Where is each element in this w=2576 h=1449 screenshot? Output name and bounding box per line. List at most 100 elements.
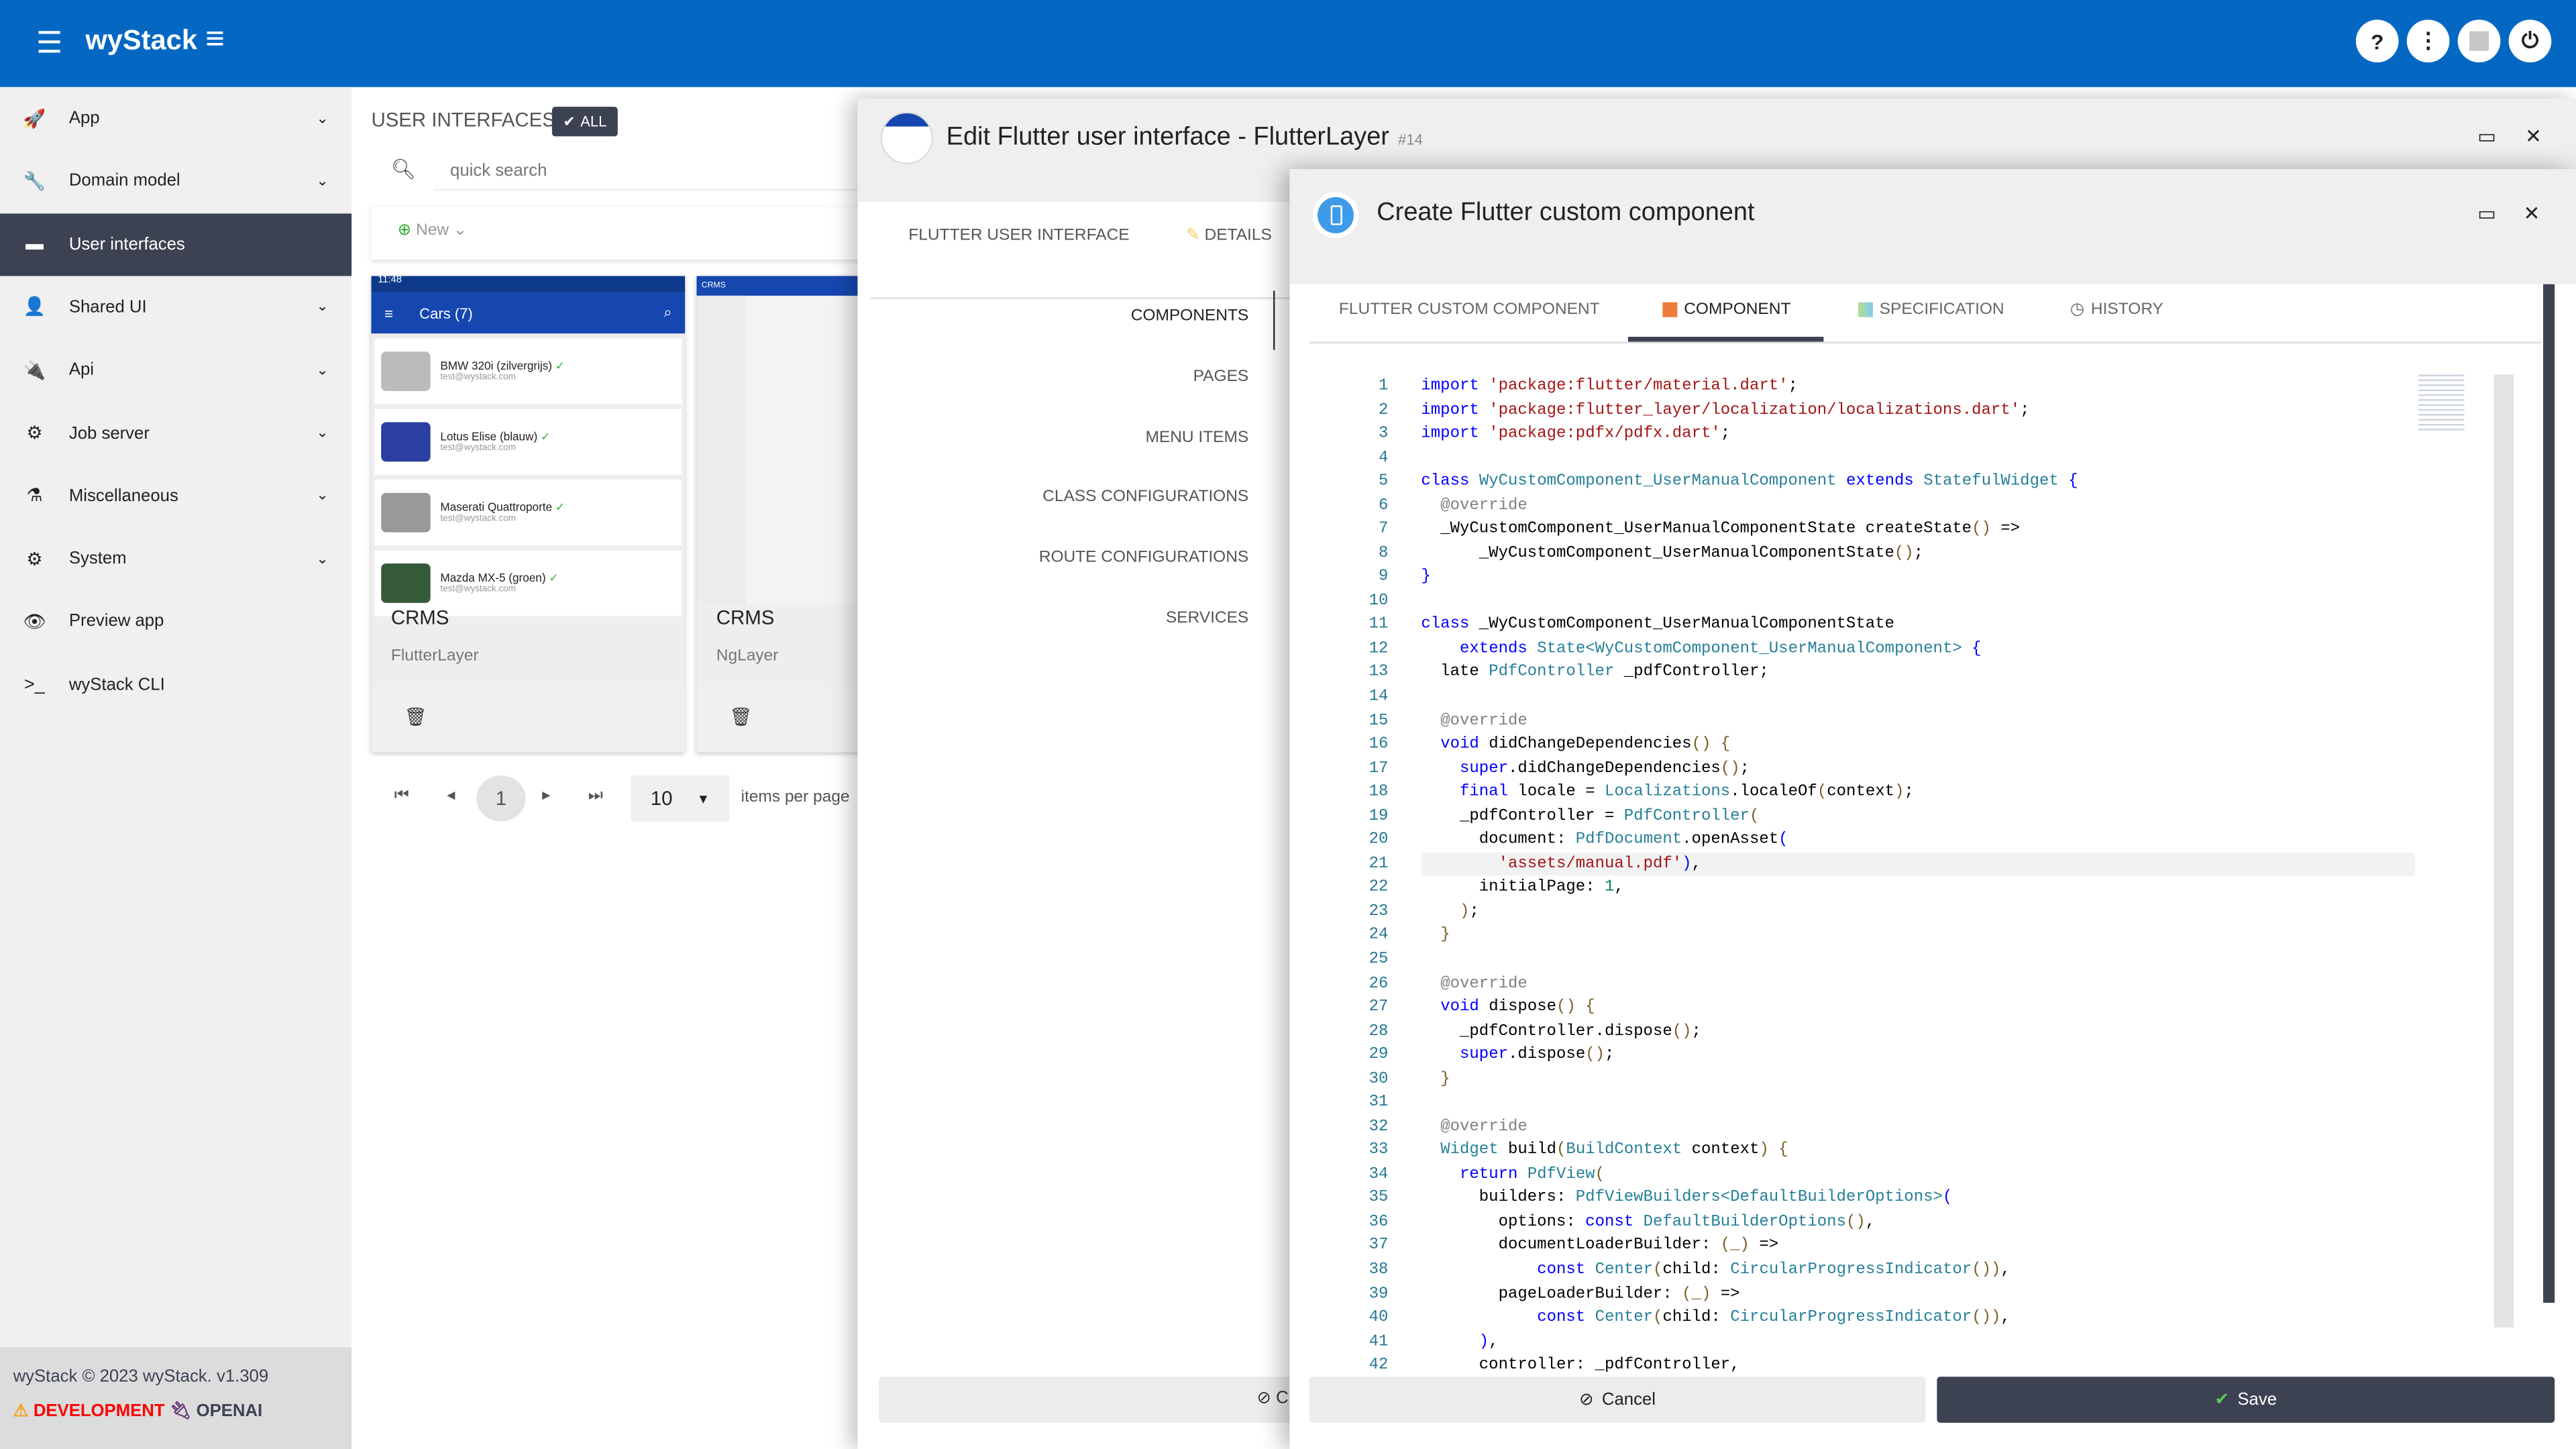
sidebar-item-label: User interfaces [68, 234, 185, 254]
code-token: .dispose [1508, 1044, 1586, 1063]
maximize-icon[interactable]: ▭ [2477, 125, 2496, 148]
code-line: 13 late PdfController _pdfController; [1339, 661, 2415, 686]
nav-route-configurations[interactable]: ROUTE CONFIGURATIONS [920, 549, 1248, 567]
code-token: } [1440, 1069, 1450, 1087]
env-badge: DEVELOPMENT [33, 1401, 165, 1421]
nav-pages[interactable]: PAGES [920, 368, 1249, 386]
new-button[interactable]: ⊕ New ⌄ [398, 222, 468, 240]
warning-icon: ⚠ [13, 1401, 29, 1421]
code-editor[interactable]: 1 import 'package:flutter/material.dart';… [1338, 374, 2514, 1377]
car-email: test@wystack.com [440, 372, 516, 383]
cancel-button[interactable]: ⊘ Cancel [1309, 1377, 1926, 1423]
code-token: super [1460, 1044, 1509, 1063]
first-page-icon[interactable]: ⏮ [394, 787, 409, 805]
line-number: 27 [1368, 997, 1389, 1016]
code-line: 28 _pdfController.dispose(); [1339, 1020, 2415, 1044]
page-1-button[interactable]: 1 [476, 775, 526, 822]
sidebar-item-domain-model[interactable]: 🔧 Domain model ⌄ [0, 150, 352, 213]
tab-component[interactable]: COMPONENT [1662, 301, 1790, 319]
line-number: 17 [1368, 758, 1389, 777]
sidebar-item-user-interfaces[interactable]: ▬ User interfaces [0, 213, 352, 276]
code-token: import [1421, 376, 1479, 394]
save-button[interactable]: ✔ Save [1937, 1377, 2555, 1423]
tab-flutter-custom-component[interactable]: FLUTTER CUSTOM COMPONENT [1339, 301, 1600, 319]
sidebar-item-preview-app[interactable]: 👁 Preview app [0, 590, 352, 653]
close-icon[interactable]: ✕ [2524, 202, 2540, 225]
prev-page-icon[interactable]: ◂ [447, 787, 455, 805]
dialog-scrollbar[interactable] [2543, 284, 2555, 1303]
line-number: 3 [1378, 424, 1389, 442]
last-page-icon[interactable]: ⏭ [588, 787, 603, 805]
per-page-select[interactable]: 10 ▼ [631, 775, 730, 822]
line-number: 40 [1368, 1307, 1389, 1326]
code-token: ; [1788, 376, 1799, 394]
line-number: 38 [1368, 1260, 1389, 1279]
chevron-down-icon: ⌄ [316, 361, 329, 378]
app-logo: wyStack [85, 24, 197, 56]
help-button[interactable]: ? [2355, 19, 2399, 63]
trash-icon[interactable]: 🗑︎ [729, 706, 752, 728]
line-number: 34 [1368, 1164, 1389, 1183]
code-line: 14 [1339, 685, 2415, 709]
code-line: 1 import 'package:flutter/material.dart'; [1339, 374, 2415, 398]
code-token: () [1585, 1044, 1605, 1063]
code-line: 37 documentLoaderBuilder: (_) => [1339, 1234, 2415, 1258]
nav-menu-items[interactable]: MENU ITEMS [920, 428, 1248, 446]
ui-card[interactable]: 11:48 ≡ Cars (7) ⌕ BMW 320i (zilvergrijs) … [371, 276, 686, 753]
ui-card[interactable]: CRMS CRMS NgLayer 🗑︎ [696, 276, 877, 753]
code-line: 20 document: PdfDocument.openAsset( [1339, 828, 2415, 853]
close-icon[interactable]: ✕ [2525, 125, 2542, 148]
sidebar-item-api[interactable]: 🔌 Api ⌄ [0, 339, 352, 401]
tab-flutter-user-interface[interactable]: FLUTTER USER INTERFACE [908, 227, 1129, 245]
tab-details[interactable]: ✎ DETAILS [1186, 227, 1272, 245]
logout-button[interactable]: ⏻ [2508, 19, 2552, 63]
code-token: ( [1556, 1140, 1566, 1159]
avatar[interactable] [2457, 19, 2501, 63]
line-number: 11 [1368, 614, 1389, 633]
preview-menu-icon: ≡ [384, 305, 393, 321]
trash-icon[interactable]: 🗑︎ [404, 706, 427, 728]
dropdown-icon: ▼ [696, 791, 710, 806]
code-line: 4 [1339, 446, 2415, 470]
more-vertical-icon: ⋮ [2417, 28, 2439, 53]
minimap[interactable] [2418, 374, 2465, 433]
avatar-icon [2469, 31, 2489, 51]
more-button[interactable]: ⋮ [2406, 19, 2450, 63]
cancel-button[interactable]: ⊘ C [879, 1377, 1306, 1423]
sidebar-item-system[interactable]: ⚙ System ⌄ [0, 527, 352, 590]
nav-services[interactable]: SERVICES [920, 610, 1248, 628]
code-token: Localizations [1605, 782, 1731, 801]
sidebar-item-miscellaneous[interactable]: ⚗ Miscellaneous ⌄ [0, 465, 352, 527]
next-page-icon[interactable]: ▸ [542, 787, 550, 805]
search-input[interactable] [433, 151, 877, 191]
sidebar-item-shared-ui[interactable]: 👤 Shared UI ⌄ [0, 276, 352, 338]
car-thumbnail [381, 352, 431, 391]
code-line: 5 class WyCustomComponent_UserManualCompo… [1339, 470, 2415, 494]
code-token: 1 [1604, 877, 1615, 896]
tab-specification[interactable]: SPECIFICATION [1858, 301, 2004, 319]
sidebar-item-wystack-cli[interactable]: >_ wyStack CLI [0, 653, 352, 716]
line-number: 32 [1368, 1116, 1389, 1135]
nav-components[interactable]: COMPONENTS [920, 307, 1249, 325]
nav-class-configurations[interactable]: CLASS CONFIGURATIONS [920, 488, 1248, 506]
maximize-icon[interactable]: ▭ [2477, 202, 2496, 225]
provider-badge: OPENAI [196, 1401, 263, 1421]
filter-all-button[interactable]: ✔ ALL [551, 107, 618, 137]
rocket-icon: 🚀 [23, 109, 46, 129]
sidebar-item-job-server[interactable]: ⚙ Job server ⌄ [0, 402, 352, 464]
code-token: ; [1739, 758, 1750, 777]
code-line: 26 @override [1339, 972, 2415, 996]
code-token: Widget [1440, 1140, 1499, 1159]
tab-history[interactable]: ◷ HISTORY [2070, 301, 2163, 319]
code-token: extends [1460, 639, 1527, 657]
code-token: documentLoaderBuilder: [1421, 1236, 1721, 1254]
code-token: PdfDocument [1575, 830, 1682, 849]
hamburger-menu-icon[interactable]: ≡ [205, 21, 225, 59]
sidebar-item-app[interactable]: 🚀 App ⌄ [0, 87, 352, 150]
editor-scrollbar[interactable] [2493, 374, 2514, 1328]
